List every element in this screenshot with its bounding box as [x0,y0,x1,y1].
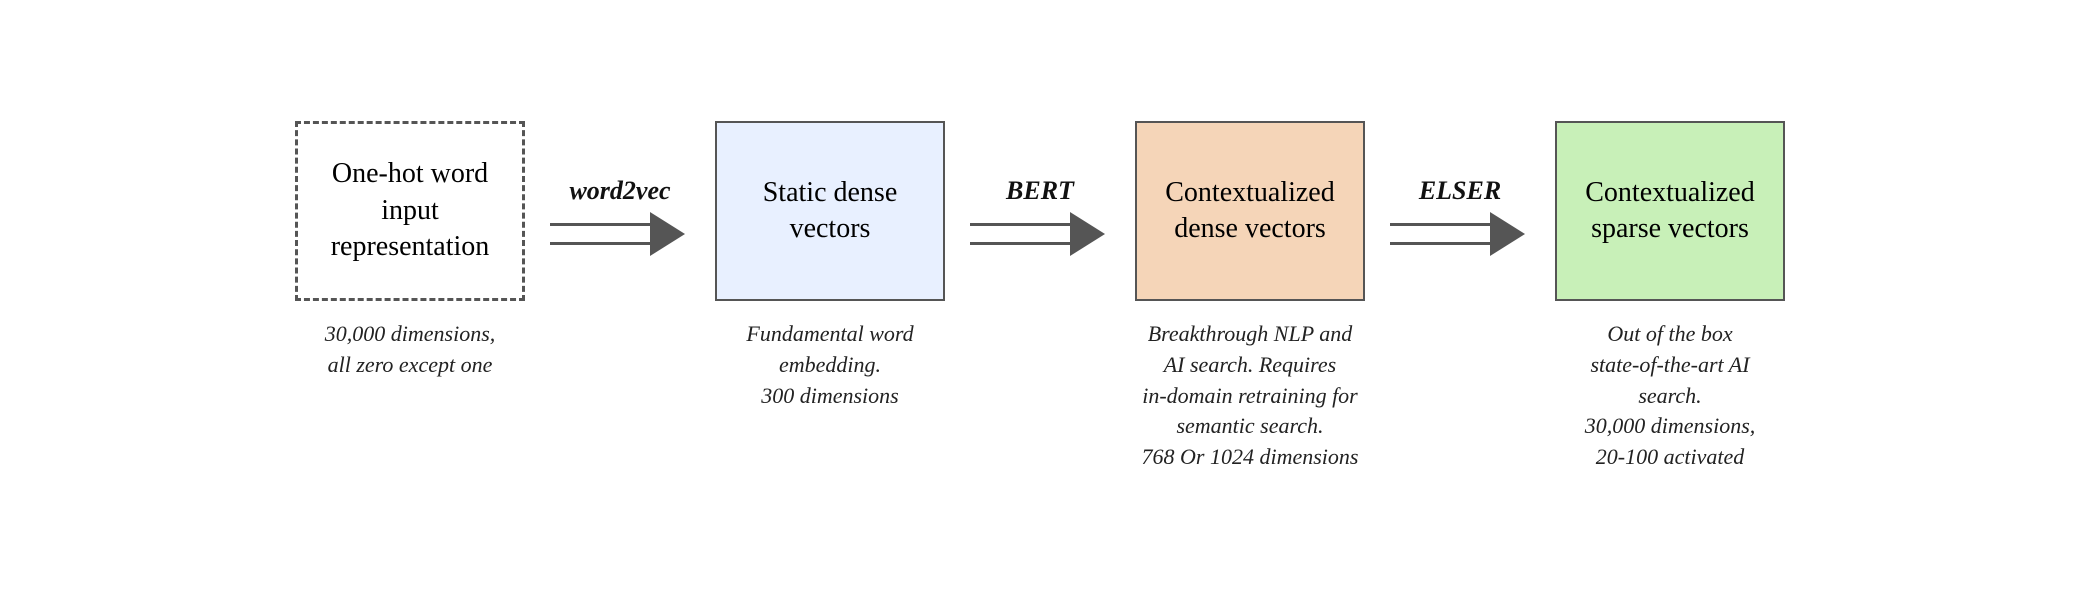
arrow-bert: BERT [960,121,1120,256]
arrow-word2vec-body [550,223,650,245]
sublabel-ctx-dense-text: Breakthrough NLP andAI search. Requiresi… [1142,321,1359,469]
box-static-dense-label: Static densevectors [763,175,898,248]
arrow-bert-shape [970,212,1110,256]
box-one-hot-label: One-hot word input representation [314,156,506,265]
box-static-dense: Static densevectors [715,121,945,301]
node-one-hot: One-hot word input representation 30,000… [280,121,540,381]
sublabel-ctx-sparse: Out of the boxstate-of-the-art AIsearch.… [1585,319,1756,473]
arrow-bert-inner [970,229,1070,239]
sublabel-ctx-sparse-text: Out of the boxstate-of-the-art AIsearch.… [1585,321,1756,469]
arrow-word2vec: word2vec [540,121,700,256]
arrow-word2vec-inner [550,229,650,239]
sublabel-static-dense-text: Fundamental wordembedding.300 dimensions [746,321,913,408]
box-ctx-sparse-label: Contextualizedsparse vectors [1585,175,1755,248]
sublabel-ctx-dense: Breakthrough NLP andAI search. Requiresi… [1142,319,1359,473]
arrow-elser: ELSER [1380,121,1540,256]
arrow-elser-shape [1390,212,1530,256]
sublabel-one-hot-text: 30,000 dimensions,all zero except one [325,321,496,377]
arrow-elser-label: ELSER [1419,176,1501,206]
arrow-elser-inner [1390,229,1490,239]
node-ctx-sparse: Contextualizedsparse vectors Out of the … [1540,121,1800,473]
box-ctx-dense: Contextualizeddense vectors [1135,121,1365,301]
sublabel-static-dense: Fundamental wordembedding.300 dimensions [746,319,913,411]
arrow-word2vec-label: word2vec [569,176,670,206]
box-ctx-sparse: Contextualizedsparse vectors [1555,121,1785,301]
diagram: One-hot word input representation 30,000… [0,91,2080,503]
box-one-hot: One-hot word input representation [295,121,525,301]
sublabel-one-hot: 30,000 dimensions,all zero except one [325,319,496,381]
arrow-word2vec-head [650,212,685,256]
node-static-dense: Static densevectors Fundamental wordembe… [700,121,960,411]
arrow-elser-head [1490,212,1525,256]
node-ctx-dense: Contextualizeddense vectors Breakthrough… [1120,121,1380,473]
arrow-bert-head [1070,212,1105,256]
arrow-elser-body [1390,223,1490,245]
arrow-word2vec-shape [550,212,690,256]
arrow-bert-label: BERT [1006,176,1074,206]
box-ctx-dense-label: Contextualizeddense vectors [1165,175,1335,248]
arrow-bert-body [970,223,1070,245]
